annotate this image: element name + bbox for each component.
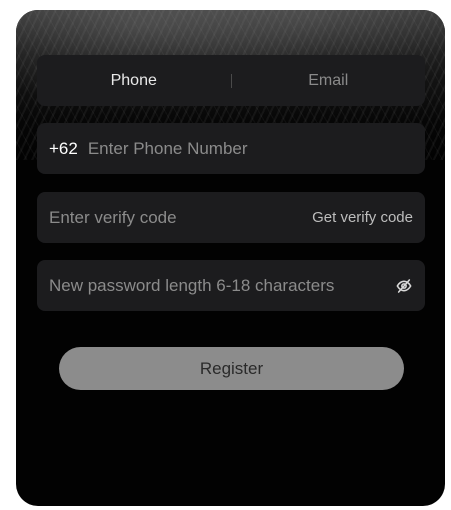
- phone-field: +62: [37, 123, 425, 174]
- register-button[interactable]: Register: [59, 347, 404, 390]
- tab-phone[interactable]: Phone: [37, 72, 231, 90]
- password-input[interactable]: [49, 275, 387, 296]
- country-code-prefix[interactable]: +62: [49, 139, 78, 159]
- register-card: Phone Email +62 Get verify code Register: [16, 10, 445, 506]
- password-field: [37, 260, 425, 311]
- verify-code-input[interactable]: [49, 207, 305, 228]
- verify-code-field: Get verify code: [37, 192, 425, 243]
- eye-off-icon[interactable]: [395, 277, 413, 295]
- login-method-tabs: Phone Email: [37, 55, 425, 106]
- tab-email[interactable]: Email: [232, 72, 426, 90]
- phone-input[interactable]: [87, 138, 413, 159]
- get-verify-code-button[interactable]: Get verify code: [312, 209, 413, 226]
